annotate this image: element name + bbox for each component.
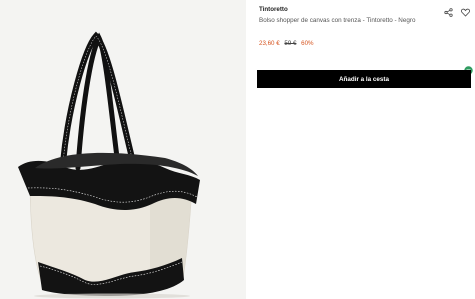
heart-icon[interactable] [461, 4, 470, 17]
product-image[interactable] [0, 0, 246, 299]
product-info-panel: Tintoretto Bolso shopper de canvas con t… [246, 0, 475, 299]
discount-badge: 60% [301, 40, 314, 47]
product-title: Bolso shopper de canvas con trenza - Tin… [259, 17, 416, 24]
add-to-cart-button[interactable]: Añadir a la cesta [257, 70, 471, 88]
original-price: 59 € [284, 40, 297, 47]
bag-illustration [18, 31, 200, 299]
brand-name[interactable]: Tintoretto [259, 6, 288, 13]
current-price: 23,60 € [259, 40, 280, 47]
share-icon[interactable] [444, 4, 453, 17]
price-row: 23,60 € 59 € 60% [259, 40, 314, 47]
